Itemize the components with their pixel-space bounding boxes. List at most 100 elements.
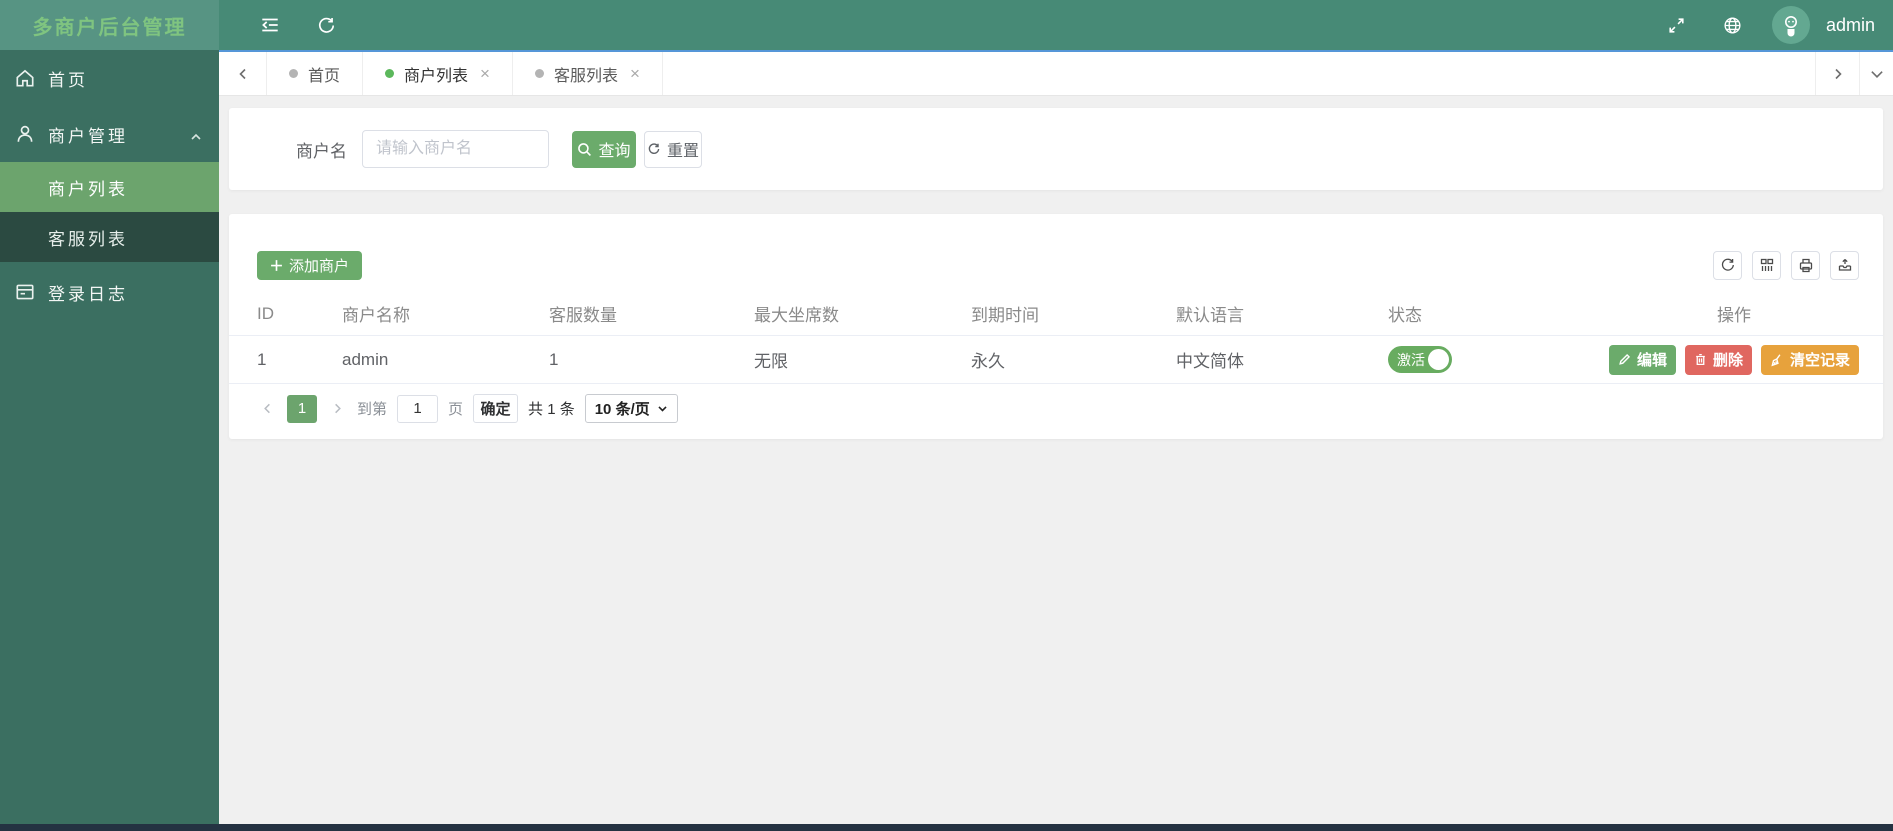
- col-header-expire: 到期时间: [971, 306, 1039, 325]
- broom-icon: [1770, 353, 1784, 367]
- main-area: admin 首页 商户列表 × 客服列表 × 商户名 请输入商户名 查询 重置 …: [219, 0, 1893, 831]
- sidebar-item-merchant-list[interactable]: 商户列表: [0, 162, 219, 212]
- search-panel: 商户名 查询 重置: [229, 108, 1883, 190]
- collapse-sidebar-button[interactable]: [253, 8, 287, 42]
- cell-language: 中文简体: [1176, 352, 1244, 371]
- toggle-knob: [1428, 349, 1449, 370]
- col-header-language: 默认语言: [1176, 306, 1244, 325]
- pagination: 1 到第 页 确定 共 1 条 10 条/页: [229, 394, 1883, 423]
- search-field-label: 商户名: [296, 141, 347, 161]
- fullscreen-button[interactable]: [1660, 8, 1694, 42]
- cell-agent-count: 1: [549, 349, 559, 369]
- app-title: 多商户后台管理: [0, 0, 219, 50]
- tabbar: 首页 商户列表 × 客服列表 ×: [219, 52, 1893, 96]
- trash-icon: [1694, 353, 1707, 366]
- tabs-scroll-left-button[interactable]: [219, 52, 267, 95]
- app-root: 多商户后台管理 首页 商户管理 商户列表 客服列表 登录日志 admin 首页 …: [0, 0, 1893, 831]
- table-row: 1 admin 1 无限 永久 中文简体 激活 编辑 删除 清空记录: [229, 336, 1883, 384]
- pencil-icon: [1618, 353, 1631, 366]
- refresh-icon: [316, 15, 337, 36]
- query-button[interactable]: 查询: [572, 130, 636, 168]
- topbar: admin: [219, 0, 1893, 52]
- cell-actions: 编辑 删除 清空记录: [1609, 344, 1883, 375]
- fullscreen-icon: [1666, 15, 1687, 36]
- clear-records-button[interactable]: 清空记录: [1761, 344, 1859, 375]
- cell-expire-time: 永久: [971, 352, 1005, 371]
- goto-page-input[interactable]: [397, 394, 439, 423]
- sidebar-item-label: 首页: [48, 70, 88, 90]
- printer-icon: [1798, 257, 1814, 273]
- sidebar-item-label: 商户列表: [48, 179, 128, 199]
- edit-button[interactable]: 编辑: [1609, 344, 1676, 375]
- log-icon: [14, 281, 36, 303]
- username[interactable]: admin: [1826, 15, 1875, 36]
- page-unit-label: 页: [448, 401, 464, 418]
- add-merchant-button[interactable]: 添加商户: [257, 250, 363, 280]
- col-header-agents: 客服数量: [549, 306, 617, 325]
- merchant-table-panel: 添加商户 ID 商户名称 客服数量 最大坐席数 到期时间 默认语言 状态 操作 …: [229, 214, 1883, 439]
- tab-label: 首页: [308, 67, 341, 85]
- col-header-id: ID: [257, 303, 274, 323]
- sidebar-nav: 首页 商户管理 商户列表 客服列表 登录日志: [0, 50, 219, 322]
- tab-label: 客服列表: [553, 67, 618, 85]
- tab-dot: [534, 69, 544, 78]
- table-refresh-button[interactable]: [1713, 250, 1742, 280]
- prev-page-button[interactable]: [257, 395, 277, 423]
- plus-icon: [270, 259, 283, 272]
- sidebar: 多商户后台管理 首页 商户管理 商户列表 客服列表 登录日志: [0, 0, 219, 831]
- horizontal-scrollbar[interactable]: [0, 824, 1893, 831]
- avatar[interactable]: [1771, 6, 1810, 44]
- sidebar-item-label: 客服列表: [48, 229, 128, 249]
- next-page-button[interactable]: [327, 395, 347, 423]
- column-settings-button[interactable]: [1752, 250, 1781, 280]
- page-size-select[interactable]: 10 条/页: [584, 394, 678, 423]
- print-button[interactable]: [1791, 250, 1820, 280]
- tabs-scroll-right-button[interactable]: [1815, 52, 1859, 95]
- col-header-actions: 操作: [1717, 306, 1751, 325]
- tab-label: 商户列表: [404, 67, 469, 85]
- collapse-sidebar-icon: [259, 14, 281, 36]
- goto-confirm-button[interactable]: 确定: [473, 394, 519, 423]
- chevron-up-icon: [189, 130, 203, 144]
- tab-home[interactable]: 首页: [267, 52, 364, 95]
- home-icon: [14, 67, 36, 89]
- sidebar-item-label: 登录日志: [48, 284, 128, 304]
- sidebar-item-login-log[interactable]: 登录日志: [0, 262, 219, 322]
- search-icon: [577, 142, 592, 157]
- sidebar-item-label: 商户管理: [48, 126, 128, 146]
- table-header-row: ID 商户名称 客服数量 最大坐席数 到期时间 默认语言 状态 操作: [229, 292, 1883, 336]
- table-toolbar: 添加商户: [229, 250, 1883, 280]
- sidebar-item-agent-list[interactable]: 客服列表: [0, 212, 219, 262]
- page-number-button[interactable]: 1: [287, 394, 317, 423]
- reset-button[interactable]: 重置: [644, 130, 702, 168]
- status-toggle[interactable]: 激活: [1388, 346, 1452, 373]
- total-count-label: 共 1 条: [528, 401, 575, 418]
- goto-page-label: 到第: [357, 401, 388, 418]
- tab-agent-list[interactable]: 客服列表 ×: [513, 52, 663, 95]
- chevron-down-icon: [657, 403, 668, 414]
- tabs-menu-button[interactable]: [1859, 52, 1893, 95]
- col-header-name: 商户名称: [342, 306, 410, 325]
- tab-dot: [385, 69, 395, 78]
- tab-merchant-list[interactable]: 商户列表 ×: [363, 52, 513, 95]
- table-tools: [1713, 250, 1859, 280]
- sidebar-submenu-merchant: 商户列表 客服列表: [0, 162, 219, 262]
- export-icon: [1837, 257, 1853, 273]
- sidebar-item-merchant-management[interactable]: 商户管理: [0, 106, 219, 162]
- content: 商户名 查询 重置: [219, 96, 1893, 831]
- close-tab-icon[interactable]: ×: [630, 64, 640, 84]
- col-header-max-seats: 最大坐席数: [754, 306, 839, 325]
- user-icon: [14, 123, 36, 145]
- refresh-page-button[interactable]: [309, 8, 343, 42]
- sidebar-item-home[interactable]: 首页: [0, 50, 219, 106]
- refresh-icon: [1720, 257, 1736, 273]
- language-button[interactable]: [1716, 8, 1750, 42]
- export-button[interactable]: [1830, 250, 1859, 280]
- cell-status: 激活: [1388, 346, 1609, 373]
- delete-button[interactable]: 删除: [1685, 344, 1752, 375]
- globe-icon: [1722, 15, 1743, 36]
- close-tab-icon[interactable]: ×: [480, 64, 490, 84]
- cell-id: 1: [257, 349, 267, 369]
- merchant-name-input[interactable]: [362, 130, 549, 168]
- columns-icon: [1759, 257, 1775, 273]
